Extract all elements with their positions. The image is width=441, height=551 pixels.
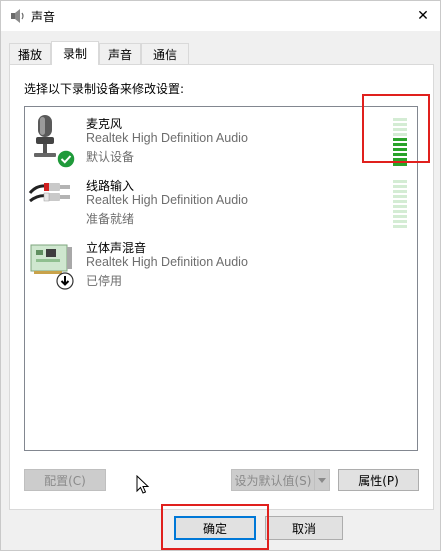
tab-label: 通信 — [152, 47, 177, 62]
meter-segment — [393, 205, 407, 208]
list-item-microphone[interactable]: 麦克风 Realtek High Definition Audio 默认设备 — [25, 111, 417, 173]
cancel-button[interactable]: 取消 — [265, 516, 343, 540]
speaker-icon — [10, 9, 26, 23]
set-default-dropdown[interactable] — [314, 469, 330, 491]
set-default-button[interactable]: 设为默认值(S) — [231, 469, 315, 491]
device-status: 准备就绪 — [86, 212, 135, 226]
sound-dialog: 声音 ✕ 播放 录制 声音 通信 选择以下录制设备来修改设置: 麦克风 Real… — [0, 0, 441, 551]
device-driver: Realtek High Definition Audio — [86, 255, 248, 269]
ok-highlight-box — [161, 504, 269, 550]
button-label: 设为默认值(S) — [234, 473, 312, 488]
device-name: 麦克风 — [86, 117, 123, 131]
button-label: 配置(C) — [44, 473, 86, 488]
line-in-cable-icon — [28, 173, 78, 229]
button-label: 属性(P) — [358, 473, 399, 488]
list-item-line-in[interactable]: 线路输入 Realtek High Definition Audio 准备就绪 — [25, 173, 417, 235]
disabled-arrow-icon — [56, 272, 74, 293]
tab-communications[interactable]: 通信 — [141, 43, 189, 64]
tab-playback[interactable]: 播放 — [9, 43, 51, 64]
properties-button[interactable]: 属性(P) — [338, 469, 419, 491]
meter-segment — [393, 163, 407, 166]
default-check-icon — [56, 149, 76, 172]
meter-segment — [393, 185, 407, 188]
meter-segment — [393, 180, 407, 183]
mouse-cursor-icon — [136, 474, 150, 495]
device-list[interactable]: 麦克风 Realtek High Definition Audio 默认设备 线… — [24, 106, 418, 494]
tab-label: 声音 — [107, 47, 132, 62]
meter-segment — [393, 215, 407, 218]
device-name: 立体声混音 — [86, 241, 147, 255]
close-button[interactable]: ✕ — [406, 1, 440, 31]
meter-segment — [393, 220, 407, 223]
tab-strip: 播放 录制 声音 通信 — [9, 41, 434, 65]
tab-label: 录制 — [62, 47, 87, 61]
chevron-down-icon — [318, 473, 326, 487]
device-status: 已停用 — [86, 274, 123, 288]
meter-highlight-box — [362, 94, 430, 163]
device-driver: Realtek High Definition Audio — [86, 131, 248, 145]
button-label: 取消 — [291, 521, 316, 536]
device-status: 默认设备 — [86, 150, 135, 164]
meter-segment — [393, 225, 407, 228]
tab-sounds[interactable]: 声音 — [99, 43, 141, 64]
tab-label: 播放 — [17, 47, 42, 62]
meter-segment — [393, 190, 407, 193]
meter-segment — [393, 195, 407, 198]
tab-recording[interactable]: 录制 — [51, 41, 99, 65]
meter-segment — [393, 210, 407, 213]
title-bar: 声音 ✕ — [1, 1, 440, 31]
list-item-stereo-mix[interactable]: 立体声混音 Realtek High Definition Audio 已停用 — [25, 235, 417, 297]
instruction-text: 选择以下录制设备来修改设置: — [24, 82, 185, 96]
level-meter — [393, 180, 407, 228]
window-title: 声音 — [31, 10, 56, 24]
meter-segment — [393, 200, 407, 203]
device-name: 线路输入 — [86, 179, 135, 193]
configure-button[interactable]: 配置(C) — [24, 469, 106, 491]
close-icon: ✕ — [417, 8, 429, 24]
device-driver: Realtek High Definition Audio — [86, 193, 248, 207]
